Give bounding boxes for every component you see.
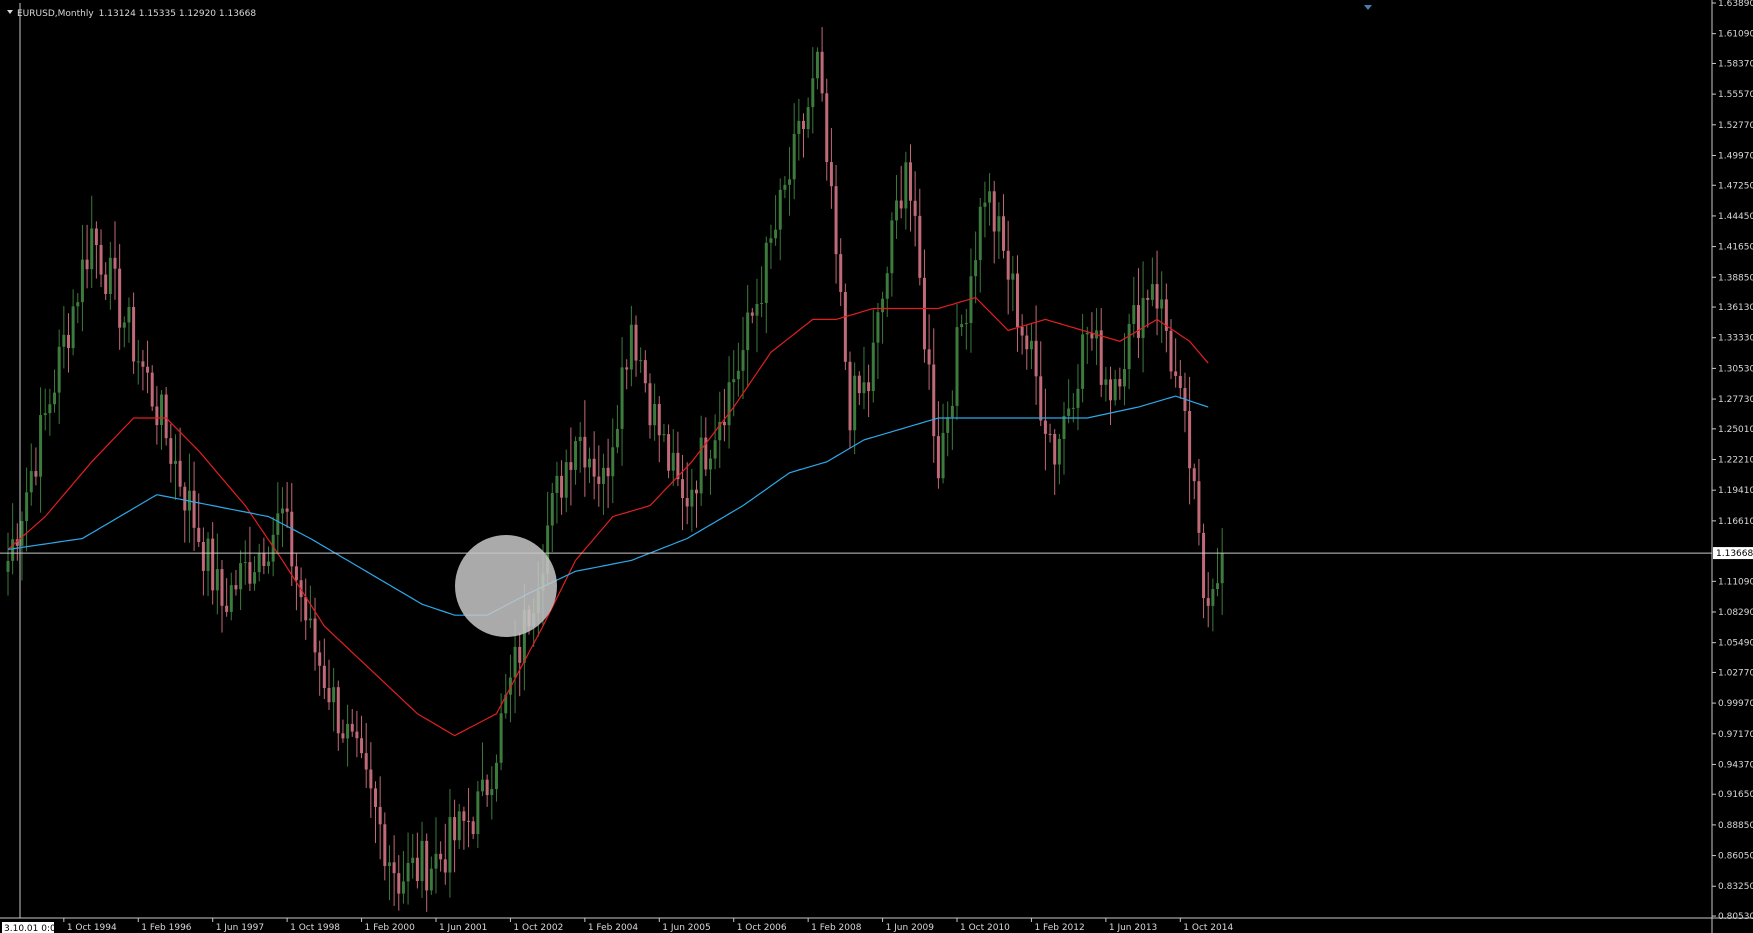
price-tick-label: 1.36130 [1718, 303, 1753, 313]
symbol-label: EURUSD,Monthly [17, 9, 94, 19]
time-tick-label: 1 Feb 2012 [1034, 923, 1084, 933]
price-tick-label: 1.49970 [1718, 151, 1753, 161]
price-tick-label: 1.41650 [1718, 243, 1753, 253]
price-tick-label: 1.25010 [1718, 425, 1753, 435]
price-tick-label: 1.30530 [1718, 364, 1753, 374]
price-tick-label: 1.02770 [1718, 668, 1753, 678]
price-tick-label: 1.44450 [1718, 212, 1753, 222]
time-tick-label: 1 Jun 2001 [439, 923, 487, 933]
candle [843, 283, 847, 371]
time-tick-label: 1 Jun 2005 [662, 923, 710, 933]
price-tick-label: 0.88850 [1718, 821, 1753, 831]
price-tick-label: 1.11090 [1718, 577, 1753, 587]
time-tick-label: 1 Jun 1997 [216, 923, 264, 933]
price-tick-label: 1.38850 [1718, 273, 1753, 283]
time-tick-label: 1 Oct 2010 [960, 923, 1010, 933]
time-tick-label: 1 Feb 2000 [365, 923, 416, 933]
price-tick-label: 1.05490 [1718, 639, 1753, 649]
time-tick-label: 1 Oct 1994 [67, 923, 117, 933]
price-tick-label: 0.80530 [1718, 912, 1753, 922]
price-tick-label: 0.86050 [1718, 852, 1753, 862]
current-price-label: 1.13668 [1716, 549, 1753, 559]
time-tick-label: 1 Oct 2002 [513, 923, 563, 933]
price-tick-label: 1.55570 [1718, 90, 1753, 100]
price-tick-label: 1.22210 [1718, 456, 1753, 466]
time-tick-label: 1 Jun 2013 [1109, 923, 1157, 933]
price-tick-label: 1.16610 [1718, 517, 1753, 527]
price-tick-label: 1.27730 [1718, 395, 1753, 405]
chart-header: EURUSD,Monthly 1.13124 1.15335 1.12920 1.… [17, 9, 256, 19]
price-tick-label: 1.47250 [1718, 181, 1753, 191]
time-tick-label: 1 Jun 2009 [886, 923, 935, 933]
chart-background [0, 0, 1753, 933]
price-tick-label: 1.33330 [1718, 334, 1753, 344]
price-tick-label: 0.83250 [1718, 882, 1753, 892]
start-time-label: 3.10.01 0:00 [4, 924, 62, 933]
price-tick-label: 0.94370 [1718, 760, 1753, 770]
ohlc-label: 1.13124 1.15335 1.12920 1.13668 [99, 9, 257, 19]
highlight-circle [455, 535, 557, 637]
time-tick-label: 1 Oct 2006 [737, 923, 787, 933]
price-tick-label: 0.99970 [1718, 699, 1753, 709]
time-tick-label: 1 Feb 2004 [588, 923, 639, 933]
time-tick-label: 1 Oct 2014 [1183, 923, 1233, 933]
price-tick-label: 1.08290 [1718, 608, 1753, 618]
price-tick-label: 1.52770 [1718, 121, 1753, 131]
time-tick-label: 1 Feb 2008 [811, 923, 862, 933]
time-tick-label: 1 Feb 1996 [141, 923, 192, 933]
price-chart[interactable]: 1.63890 1.61090 1.58370 1.55570 1.52770 1.499… [0, 0, 1753, 933]
price-tick-label: 1.19410 [1718, 486, 1753, 496]
price-tick-label: 0.97170 [1718, 730, 1753, 740]
price-tick-label: 1.63890 [1718, 0, 1753, 9]
candle [164, 386, 168, 446]
price-tick-label: 1.58370 [1718, 59, 1753, 69]
time-tick-label: 1 Oct 1998 [290, 923, 340, 933]
price-tick-label: 0.91650 [1718, 790, 1753, 800]
price-tick-label: 1.61090 [1718, 30, 1753, 40]
